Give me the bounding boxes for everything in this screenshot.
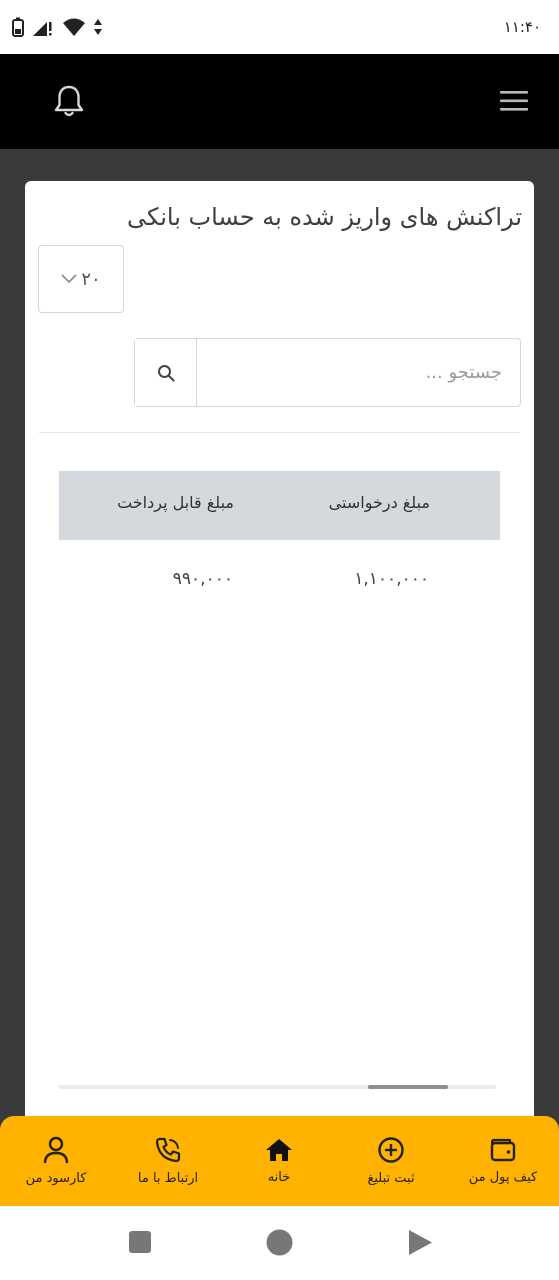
page-size-value: ۲۰ xyxy=(81,268,101,290)
signal-alert-icon xyxy=(33,22,52,36)
phone-icon xyxy=(155,1137,181,1163)
page-size-select[interactable]: ۲۰ xyxy=(38,245,124,313)
scrollbar-thumb[interactable] xyxy=(368,1085,448,1089)
nav-label-wallet: کیف پول من xyxy=(468,1170,538,1185)
transactions-card: تراکنش های واریز شده به حساب بانکی ۲۰ مب… xyxy=(25,181,534,1141)
system-nav xyxy=(0,1206,559,1280)
plus-circle-icon xyxy=(378,1137,404,1163)
home-icon xyxy=(266,1139,292,1161)
battery-icon xyxy=(12,17,24,37)
cell-payable-amount: ۹۹۰,۰۰۰ xyxy=(172,569,233,589)
wallet-icon xyxy=(490,1138,516,1162)
back-triangle-icon[interactable] xyxy=(407,1229,433,1256)
status-time: ۱۱:۴۰ xyxy=(503,18,541,36)
wifi-icon xyxy=(63,18,85,36)
search-input[interactable] xyxy=(197,339,520,406)
home-circle-icon[interactable] xyxy=(266,1229,293,1256)
nav-item-profile[interactable]: کارسود من xyxy=(0,1116,112,1206)
bell-icon[interactable] xyxy=(52,84,86,118)
status-icons xyxy=(12,17,102,37)
column-header-payable-amount: مبلغ قابل پرداخت xyxy=(117,493,234,512)
nav-item-post-ad[interactable]: ثبت تبلیغ xyxy=(335,1116,447,1206)
table-header-row: مبلغ درخواستی مبلغ قابل پرداخت xyxy=(59,471,500,540)
hamburger-menu-icon[interactable] xyxy=(499,89,529,113)
cell-requested-amount: ۱,۱۰۰,۰۰۰ xyxy=(354,569,429,589)
chevron-down-icon xyxy=(61,274,77,284)
nav-label-post-ad: ثبت تبلیغ xyxy=(367,1171,415,1186)
page-title: تراکنش های واریز شده به حساب بانکی xyxy=(126,203,522,231)
column-header-requested-amount: مبلغ درخواستی xyxy=(328,493,430,512)
nav-label-home: خانه xyxy=(267,1170,291,1185)
nav-item-home[interactable]: خانه xyxy=(223,1116,335,1206)
app-bar xyxy=(0,54,559,149)
nav-item-contact[interactable]: ارتباط با ما xyxy=(112,1116,224,1206)
status-bar: ۱۱:۴۰ xyxy=(0,0,559,54)
nav-item-wallet[interactable]: کیف پول من xyxy=(447,1116,559,1206)
search-group xyxy=(134,338,521,407)
recents-square-icon[interactable] xyxy=(128,1230,152,1254)
user-icon xyxy=(43,1136,69,1164)
bottom-nav: کیف پول من ثبت تبلیغ خانه ارتباط با ما ک… xyxy=(0,1116,559,1206)
nav-label-profile: کارسود من xyxy=(25,1171,87,1186)
nav-label-contact: ارتباط با ما xyxy=(137,1171,199,1186)
search-button[interactable] xyxy=(135,339,197,406)
divider xyxy=(39,432,520,433)
horizontal-scrollbar[interactable] xyxy=(58,1085,496,1089)
search-icon xyxy=(157,364,174,381)
data-arrows-icon xyxy=(94,19,102,35)
